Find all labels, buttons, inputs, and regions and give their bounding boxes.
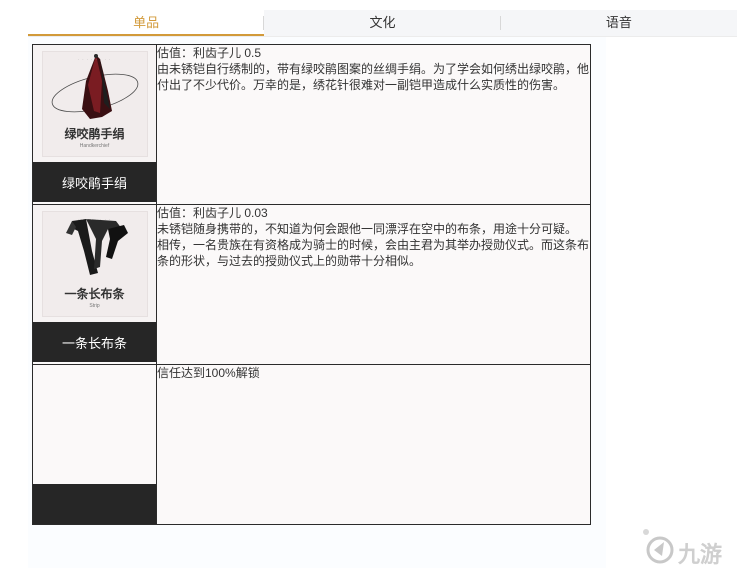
- tab-items-label: 单品: [133, 15, 160, 30]
- item-name: 绿咬鹃手绢: [33, 162, 156, 202]
- tab-bar: 单品 文化 语音: [28, 10, 737, 37]
- item-image-cell: · · · · · · · · 一条长布条 Strip 一条长布条: [32, 204, 157, 365]
- site-watermark: 九游: [640, 520, 737, 572]
- image-caption-en: Handkerchief: [79, 142, 110, 149]
- item-description-cell: 估值：利齿子儿 0.03 未锈铠随身携带的，不知道为何会跟他一同漂浮在空中的布条…: [156, 204, 591, 365]
- table-row: · · · · · · · · 绿咬鹃手绢 Handkerchief 绿咬鹃手绢…: [32, 44, 591, 205]
- item-description: 相传，一名贵族在有资格成为骑士的时候，会由主君为其举办授勋仪式。而这条布条的形状…: [157, 238, 590, 268]
- item-image-cell: · · · · · · · · 绿咬鹃手绢 Handkerchief 绿咬鹃手绢: [32, 44, 157, 205]
- handkerchief-image: · · · · · · · · 绿咬鹃手绢 Handkerchief: [41, 50, 148, 157]
- item-unlock-condition: 信任达到100%解锁: [157, 366, 260, 380]
- tab-voice-label: 语音: [605, 15, 632, 30]
- image-caption-en: Strip: [89, 302, 100, 309]
- image-caption: 一条长布条: [64, 286, 125, 301]
- item-description: 未锈铠随身携带的，不知道为何会跟他一同漂浮在空中的布条，用途十分可疑。: [157, 222, 578, 236]
- item-image-cell: [32, 364, 157, 525]
- tab-voice[interactable]: 语音: [501, 10, 737, 36]
- item-table: · · · · · · · · 绿咬鹃手绢 Handkerchief 绿咬鹃手绢…: [32, 44, 591, 525]
- item-name: 一条长布条: [33, 322, 156, 362]
- item-value: 估值：利齿子儿 0.5: [157, 46, 262, 60]
- item-description-cell: 估值：利齿子儿 0.5 由未锈铠自行绣制的，带有绿咬鹃图案的丝绸手绢。为了学会如…: [156, 44, 591, 205]
- image-caption: 绿咬鹃手绢: [64, 126, 125, 141]
- table-row: 信任达到100%解锁: [32, 364, 591, 525]
- strip-image: · · · · · · · · 一条长布条 Strip: [41, 210, 148, 317]
- locked-item-image: [33, 365, 156, 484]
- item-description: 由未锈铠自行绣制的，带有绿咬鹃图案的丝绸手绢。为了学会如何绣出绿咬鹃，他付出了不…: [157, 62, 590, 92]
- item-value: 估值：利齿子儿 0.03: [157, 206, 268, 220]
- item-thumbnail: · · · · · · · · 一条长布条 Strip: [33, 205, 156, 322]
- table-row: · · · · · · · · 一条长布条 Strip 一条长布条 估值：利齿子…: [32, 204, 591, 365]
- watermark-text: 九游: [677, 542, 722, 568]
- item-name: [33, 484, 156, 524]
- image-arc-text: · · · · · · · ·: [77, 56, 112, 62]
- tab-culture[interactable]: 文化: [264, 10, 501, 36]
- tab-items[interactable]: 单品: [28, 10, 265, 36]
- jiuyou-logo-icon: 九游: [643, 529, 722, 568]
- image-arc-text: · · · · · · · ·: [77, 216, 112, 222]
- tab-culture-label: 文化: [369, 15, 396, 30]
- item-thumbnail: · · · · · · · · 绿咬鹃手绢 Handkerchief: [33, 45, 156, 162]
- item-description-cell: 信任达到100%解锁: [156, 364, 591, 525]
